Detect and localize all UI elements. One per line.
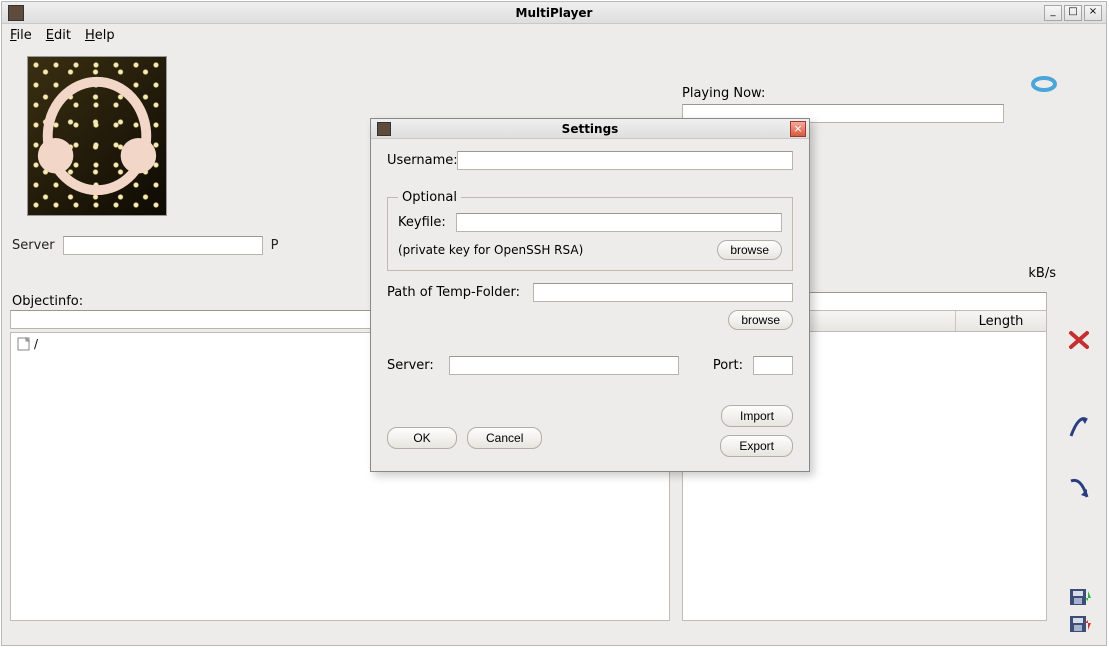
objectinfo-label: Objectinfo: <box>12 294 83 309</box>
settings-body: Username: Optional Keyfile: (private key… <box>371 139 809 471</box>
settings-title: Settings <box>371 122 809 136</box>
menubar: File Edit Help <box>2 24 1106 46</box>
save-down-icon[interactable] <box>1070 589 1092 610</box>
ring-icon <box>1030 74 1058 94</box>
side-action-icons <box>1066 312 1092 517</box>
arrow-up-icon[interactable] <box>1067 397 1091 452</box>
cancel-button[interactable]: Cancel <box>467 427 542 449</box>
settings-titlebar: Settings × <box>371 119 809 139</box>
username-input[interactable] <box>457 151 793 170</box>
tracklist-col-length[interactable]: Length <box>956 311 1046 331</box>
import-button[interactable]: Import <box>721 405 793 427</box>
app-icon <box>8 5 24 21</box>
kbs-label: kB/s <box>1028 266 1056 281</box>
username-label: Username: <box>387 153 457 168</box>
keyfile-hint: (private key for OpenSSH RSA) <box>398 243 583 257</box>
keyfile-label: Keyfile: <box>398 215 448 230</box>
arrow-down-icon[interactable] <box>1067 462 1091 517</box>
optional-fieldset: Optional Keyfile: (private key for OpenS… <box>387 190 793 271</box>
save-up-icon[interactable] <box>1070 616 1092 637</box>
playing-now-label: Playing Now: <box>682 86 765 101</box>
settings-close-button[interactable]: × <box>790 121 806 137</box>
tree-root-label: / <box>34 337 38 351</box>
dlg-port-label: Port: <box>713 358 743 373</box>
port-label-prefix: P <box>271 238 279 253</box>
settings-icon <box>377 122 391 136</box>
server-row: Server P <box>12 236 278 255</box>
export-button[interactable]: Export <box>720 435 793 457</box>
album-art <box>27 56 167 216</box>
temp-browse-button[interactable]: browse <box>728 310 793 330</box>
temp-folder-label: Path of Temp-Folder: <box>387 285 525 300</box>
app-title: MultiPlayer <box>2 6 1106 20</box>
dlg-server-label: Server: <box>387 358 439 373</box>
server-input[interactable] <box>63 236 263 255</box>
keyfile-browse-button[interactable]: browse <box>717 240 782 260</box>
settings-dialog: Settings × Username: Optional Keyfile: (… <box>370 118 810 472</box>
minimize-button[interactable]: _ <box>1044 5 1062 21</box>
delete-icon[interactable] <box>1068 312 1090 367</box>
keyfile-input[interactable] <box>456 213 782 232</box>
optional-legend: Optional <box>398 190 461 205</box>
menu-file[interactable]: File <box>10 28 32 43</box>
maximize-button[interactable]: □ <box>1064 5 1082 21</box>
save-icons <box>1070 589 1092 637</box>
menu-edit[interactable]: Edit <box>46 28 71 43</box>
dlg-server-input[interactable] <box>449 356 679 375</box>
main-titlebar: MultiPlayer _ □ × <box>2 2 1106 24</box>
close-button[interactable]: × <box>1084 5 1102 21</box>
temp-folder-input[interactable] <box>533 283 793 302</box>
server-label: Server <box>12 238 55 253</box>
menu-help[interactable]: Help <box>85 28 115 43</box>
ok-button[interactable]: OK <box>387 427 457 449</box>
file-icon <box>17 337 30 351</box>
dlg-port-input[interactable] <box>753 356 793 375</box>
